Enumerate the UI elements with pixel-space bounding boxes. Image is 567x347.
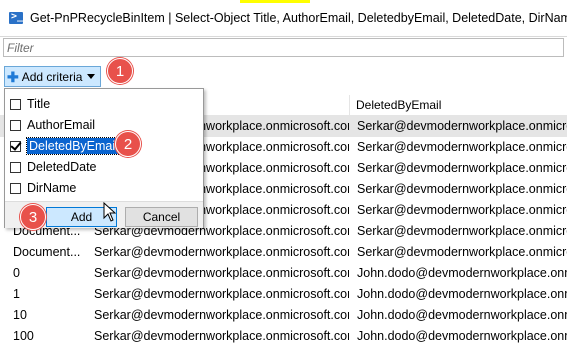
step-badge-1: 1: [107, 58, 133, 84]
cell-author-email: Serkar@devmodernworkplace.onmicrosoft.co…: [94, 329, 349, 343]
cell-author-email: Serkar@devmodernworkplace.onmicrosoft.co…: [94, 266, 349, 280]
cell-deleted-by-email: Serkar@devmodernworkplace.onmicrosoft.co…: [357, 203, 567, 217]
chevron-down-icon: [87, 74, 96, 79]
column-header-deletedbyemail[interactable]: DeletedByEmail: [349, 95, 567, 115]
window-title: Get-PnPRecycleBinItem | Select-Object Ti…: [30, 11, 567, 25]
cell-author-email: Serkar@devmodernworkplace.onmicrosoft.co…: [94, 245, 349, 259]
table-row[interactable]: 10 Serkar@devmodernworkplace.onmicrosoft…: [0, 305, 567, 326]
cell-deleted-by-email: Serkar@devmodernworkplace.onmicrosoft.co…: [357, 161, 567, 175]
table-row[interactable]: 1 Serkar@devmodernworkplace.onmicrosoft.…: [0, 284, 567, 305]
cell-title: 100: [13, 329, 34, 343]
add-criteria-button[interactable]: ✚ Add criteria: [4, 66, 101, 87]
step-badge-3: 3: [20, 204, 46, 230]
title-bar: >_ Get-PnPRecycleBinItem | Select-Object…: [0, 0, 567, 37]
cell-deleted-by-email: John.dodo@devmodernworkplace.onmicrosoft…: [357, 287, 567, 301]
criteria-option-title[interactable]: Title: [10, 95, 50, 113]
add-criteria-label: Add criteria: [21, 69, 83, 84]
checkbox-title[interactable]: [10, 98, 21, 110]
filter-box[interactable]: [3, 38, 564, 57]
cell-deleted-by-email: Serkar@devmodernworkplace.onmicrosoft.co…: [357, 182, 567, 196]
cell-title: 0: [13, 266, 20, 280]
option-label: AuthorEmail: [27, 118, 96, 132]
criteria-option-deletedbyemail[interactable]: DeletedByEmail: [10, 137, 121, 155]
cell-title: 1: [13, 287, 20, 301]
powershell-icon: >_: [9, 11, 24, 24]
cell-author-email: Serkar@devmodernworkplace.onmicrosoft.co…: [94, 308, 349, 322]
criteria-option-deleteddate[interactable]: DeletedDate: [10, 158, 97, 176]
checkbox-dirname[interactable]: [10, 182, 21, 194]
criteria-option-dirname[interactable]: DirName: [10, 179, 76, 197]
option-label: Title: [27, 97, 51, 111]
cell-deleted-by-email: Serkar@devmodernworkplace.onmicrosoft.co…: [357, 119, 567, 133]
plus-icon: ✚: [7, 68, 19, 85]
cell-title: 10: [13, 308, 27, 322]
mouse-cursor-icon: [103, 202, 117, 222]
table-row[interactable]: Document... Serkar@devmodernworkplace.on…: [0, 242, 567, 263]
cell-deleted-by-email: Serkar@devmodernworkplace.onmicrosoft.co…: [357, 245, 567, 259]
cell-deleted-by-email: John.dodo@devmodernworkplace.onmicrosoft…: [357, 266, 567, 280]
checkbox-authoremail[interactable]: [10, 119, 21, 131]
criteria-option-authoremail[interactable]: AuthorEmail: [10, 116, 95, 134]
option-label: DeletedByEmail: [26, 137, 121, 155]
step-badge-2: 2: [115, 131, 141, 157]
cell-deleted-by-email: John.dodo@devmodernworkplace.onmicrosoft…: [357, 308, 567, 322]
checkbox-deletedbyemail[interactable]: [10, 140, 21, 152]
cell-deleted-by-email: Serkar@devmodernworkplace.onmicrosoft.co…: [357, 140, 567, 154]
highlight-mark: [240, 0, 310, 3]
option-label: DeletedDate: [27, 160, 97, 174]
cell-deleted-by-email: Serkar@devmodernworkplace.onmicrosoft.co…: [357, 224, 567, 238]
cell-title: Document...: [13, 245, 81, 259]
cell-deleted-by-email: John.dodo@devmodernworkplace.onmicrosoft…: [357, 329, 567, 343]
checkbox-deleteddate[interactable]: [10, 161, 21, 173]
table-row[interactable]: 0 Serkar@devmodernworkplace.onmicrosoft.…: [0, 263, 567, 284]
cancel-button[interactable]: Cancel: [125, 207, 198, 227]
option-label: DirName: [27, 181, 77, 195]
cell-author-email: Serkar@devmodernworkplace.onmicrosoft.co…: [94, 287, 349, 301]
filter-input[interactable]: [4, 39, 563, 56]
table-row[interactable]: 100 Serkar@devmodernworkplace.onmicrosof…: [0, 326, 567, 347]
